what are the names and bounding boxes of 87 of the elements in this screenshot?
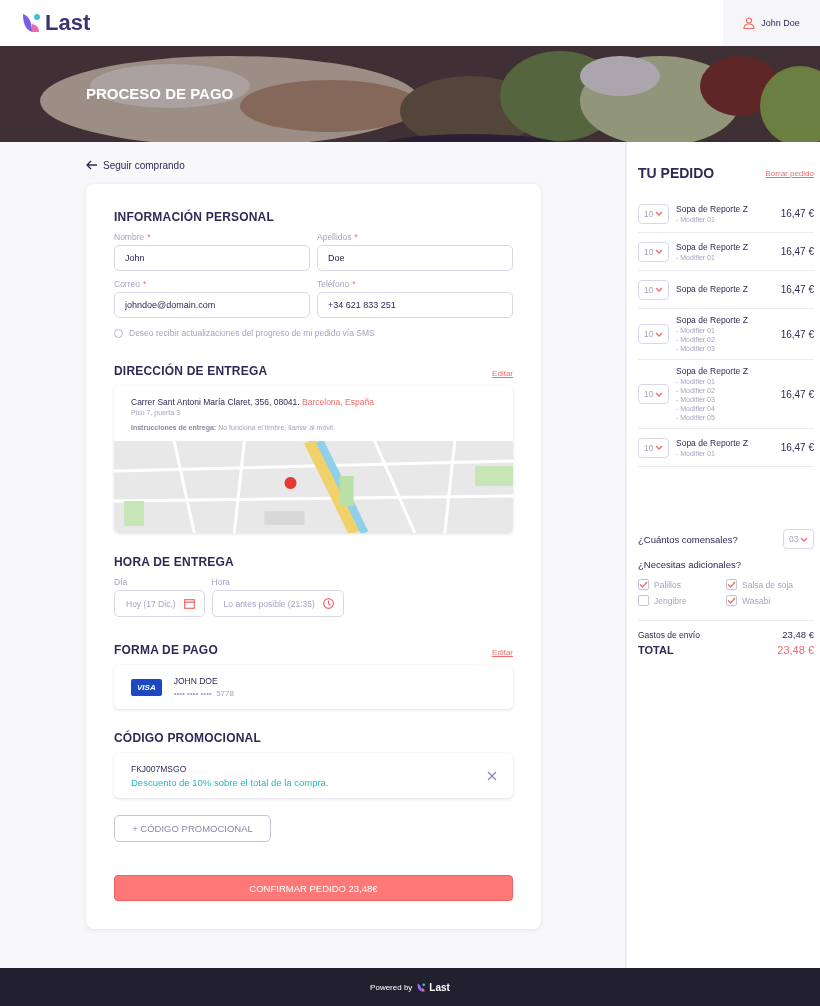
item-name: Sopa de Reporte Z [676,437,749,448]
card-holder: JOHN DOE [173,676,219,686]
item-name: Sopa de Reporte Z [676,241,749,252]
sidebar-title: TU PEDIDO [638,165,715,181]
item-price: 16,47 € [780,246,814,257]
promo-code: FKJ007MSGO [131,763,188,774]
chevron-down-icon [655,211,663,216]
total-value: 23,48 € [777,644,814,656]
field-label: Día [114,577,129,587]
clock-icon [322,598,334,609]
chevron-down-icon [655,287,663,292]
arrow-left-icon [86,160,98,170]
quantity-select[interactable]: 10 [638,384,669,404]
checkbox-label: Deseo recibir actualizaciones del progreso de mi pedido vía SMS [129,328,375,338]
user-menu[interactable]: John Doe [723,0,820,46]
section-title: HORA DE ENTREGA [114,555,235,569]
chevron-down-icon [655,249,663,254]
edit-link[interactable]: Editar [492,648,513,657]
item-name: Sopa de Reporte Z [676,284,749,294]
calendar-icon [183,598,195,609]
quantity-select[interactable]: 10 [638,279,669,300]
input-field[interactable]: Doe [317,245,513,271]
clear-order-link[interactable]: Borrar pedido [765,168,814,178]
required-mark: * [147,232,151,242]
promo-description: Descuento de 10% sobre el total de la compra. [131,776,329,788]
card-brand-logo: VISA [131,678,162,696]
input-field[interactable]: johndoe@domain.com [114,292,310,318]
logo-icon [417,982,427,992]
logo-icon [22,13,42,33]
item-price: 16,47 € [780,442,814,453]
field-label: Apellidos [317,232,352,242]
page-title: PROCESO DE PAGO [86,85,234,102]
checkbox[interactable] [638,579,649,590]
total-label: TOTAL [638,644,674,656]
address-text: Carrer Sant Antoni María Claret, 356, 08041. Barcelona, España [131,397,375,407]
chevron-down-icon [655,391,663,397]
shipping-label: Gastos de envío [638,629,700,640]
item-price: 16,47 € [780,388,814,400]
section-title: FORMA DE PAGO [114,643,218,657]
field-label: Correo [114,279,140,289]
question-label: ¿Cuántos comensales? [638,533,738,545]
card-number: •••• •••• •••• 5778 [173,689,234,698]
user-icon [743,17,756,29]
item-name: Sopa de Reporte Z [676,315,749,325]
section-title: CÓDIGO PROMOCIONAL [114,731,262,745]
quantity-select[interactable]: 10 [638,203,669,224]
chevron-down-icon [655,445,663,450]
confirm-button[interactable]: CONFIRMAR PEDIDO 23,48€ [114,875,513,901]
field-label: Hora [211,577,232,587]
section-title: INFORMACIÓN PERSONAL [114,210,275,224]
logo-text: Last [429,981,450,993]
required-mark: * [352,279,356,289]
field-label: Teléfono [317,279,350,289]
input-field[interactable]: John [114,245,310,271]
item-name: Sopa de Reporte Z [676,203,749,214]
item-price: 16,47 € [780,208,814,219]
section-title: DIRECCIÓN DE ENTREGA [114,364,268,378]
back-link[interactable]: Seguir comprando [86,158,625,172]
quantity-select[interactable]: 10 [638,241,669,262]
question-label: ¿Necesitas adicionales? [638,559,742,570]
checkbox-label: Salsa de soja [742,579,794,590]
required-mark: * [143,279,147,289]
required-mark: * [354,232,358,242]
edit-link[interactable]: Editar [492,369,513,378]
powered-by-text: Powered by [370,982,413,992]
input-field[interactable]: +34 621 833 251 [317,292,513,318]
logo-text: Last [45,10,91,36]
item-price: 16,47 € [780,284,814,295]
quantity-select[interactable]: 10 [638,437,669,458]
quantity-select[interactable]: 10 [638,324,669,344]
date-field[interactable]: Hoy (17 Dic.) [114,590,205,617]
checkbox-label: Palillos [654,579,681,590]
shipping-value: 23,48 € [782,629,814,640]
item-name: Sopa de Reporte Z [676,366,749,376]
checkbox[interactable] [726,595,737,606]
chevron-down-icon [800,536,808,542]
time-field[interactable]: Lo antes posible (21:35) [211,590,344,617]
diners-select[interactable]: 03 [783,529,814,549]
close-button[interactable] [487,770,497,781]
field-label: Nombre [114,232,145,242]
checkbox[interactable] [726,579,737,590]
chevron-down-icon [655,331,663,337]
checkbox[interactable] [638,595,649,606]
item-price: 16,47 € [780,328,814,340]
checkbox-label: Jengibre [654,595,687,606]
checkbox-label: Wasabi [742,595,771,606]
add-promo-button[interactable]: + CÓDIGO PROMOCIONAL [114,815,271,842]
